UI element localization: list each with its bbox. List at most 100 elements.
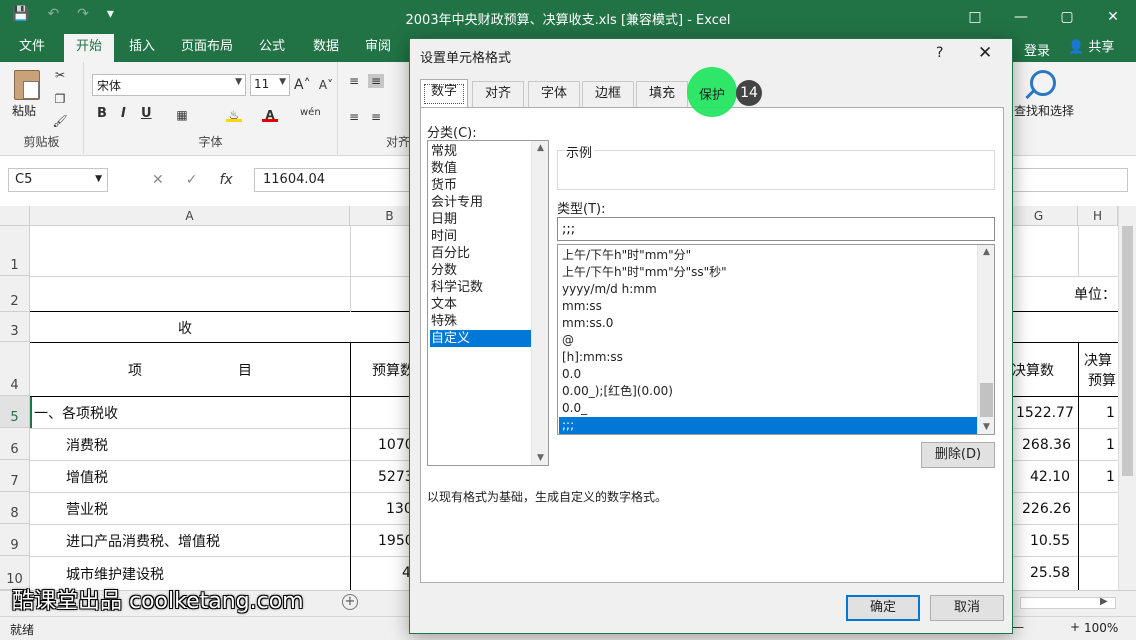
align-center-icon[interactable]: ≡ — [368, 110, 384, 124]
row-header-4[interactable]: 4 — [0, 342, 30, 396]
cancel-entry-icon[interactable]: ✕ — [152, 172, 164, 188]
row-header-2[interactable]: 2 — [0, 276, 30, 312]
final-budget-value[interactable]: 1 — [1106, 437, 1115, 453]
tab-home[interactable]: 开始 — [64, 34, 114, 62]
row-label[interactable]: 一、各项税收 — [34, 403, 118, 423]
minimize-icon[interactable]: — — [998, 0, 1044, 34]
type-item[interactable]: 0.0 — [559, 366, 977, 383]
font-size-select[interactable]: 11 ▼ — [250, 74, 290, 96]
underline-button[interactable]: U — [141, 106, 152, 121]
category-item[interactable]: 货币 — [430, 177, 532, 194]
type-item[interactable]: yyyy/m/d h:mm — [559, 281, 977, 298]
final-budget-value[interactable]: 1 — [1106, 405, 1115, 421]
ok-button[interactable]: 确定 — [846, 595, 920, 621]
type-item[interactable]: mm:ss.0 — [559, 315, 977, 332]
category-item[interactable]: 常规 — [430, 143, 532, 160]
paste-icon[interactable] — [14, 70, 40, 100]
type-item[interactable]: 上午/下午h"时"mm"分" — [559, 247, 977, 264]
tab-fill[interactable]: 填充 — [636, 81, 688, 107]
type-item[interactable]: 上午/下午h"时"mm"分"ss"秒" — [559, 264, 977, 281]
help-icon[interactable]: ? — [936, 45, 943, 61]
scroll-thumb[interactable] — [980, 383, 993, 417]
find-select-icon[interactable] — [1030, 70, 1056, 96]
category-item[interactable]: 数值 — [430, 160, 532, 177]
tab-review[interactable]: 审阅 — [358, 34, 398, 62]
final-value[interactable]: 1522.77 — [1016, 405, 1074, 421]
align-top-icon[interactable]: ≡ — [346, 74, 362, 88]
format-painter-icon[interactable]: 🖌 — [52, 114, 68, 128]
sheet-vertical-scrollbar[interactable] — [1118, 206, 1136, 590]
category-item[interactable]: 科学记数 — [430, 279, 532, 296]
scroll-down-icon[interactable]: ▼ — [532, 453, 549, 463]
type-item[interactable]: 0.0_ — [559, 400, 977, 417]
maximize-icon[interactable]: ▢ — [1044, 0, 1090, 34]
type-input[interactable] — [557, 217, 995, 241]
category-item[interactable]: 会计专用 — [430, 194, 532, 211]
final-value[interactable]: 42.10 — [1030, 469, 1070, 485]
insert-function-icon[interactable]: fx — [219, 172, 232, 188]
scroll-thumb[interactable] — [1122, 226, 1133, 476]
share-button[interactable]: 👤 共享 — [1064, 37, 1122, 59]
copy-icon[interactable]: ❐ — [52, 92, 68, 106]
category-item[interactable]: 特殊 — [430, 313, 532, 330]
row-header-5[interactable]: 5 — [0, 396, 30, 428]
category-item[interactable]: 分数 — [430, 262, 532, 279]
fill-color-icon[interactable]: ♨ — [226, 108, 242, 122]
select-all-corner[interactable] — [0, 206, 30, 226]
bold-button[interactable]: B — [97, 106, 107, 121]
tab-border[interactable]: 边框 — [582, 81, 634, 107]
row-header-3[interactable]: 3 — [0, 312, 30, 342]
row-label[interactable]: 进口产品消费税、增值税 — [66, 531, 220, 551]
final-budget-value[interactable]: 1 — [1106, 469, 1115, 485]
paste-label[interactable]: 粘贴 — [12, 102, 36, 119]
column-header-h[interactable]: H — [1078, 206, 1118, 226]
phonetic-icon[interactable]: wén — [300, 106, 321, 120]
category-item[interactable]: 文本 — [430, 296, 532, 313]
find-select-label[interactable]: 查找和选择 — [1014, 102, 1074, 119]
row-header-7[interactable]: 7 — [0, 460, 30, 492]
tab-alignment[interactable]: 对齐 — [472, 81, 524, 107]
type-item[interactable]: [h]:mm:ss — [559, 349, 977, 366]
increase-font-icon[interactable]: A˄ — [294, 78, 311, 92]
category-item[interactable]: 时间 — [430, 228, 532, 245]
confirm-entry-icon[interactable]: ✓ — [186, 172, 198, 188]
tab-protection[interactable]: 保护 — [687, 84, 737, 103]
tab-font[interactable]: 字体 — [528, 81, 580, 107]
italic-button[interactable]: I — [121, 106, 126, 121]
close-window-icon[interactable]: ✕ — [1090, 0, 1136, 34]
font-color-icon[interactable]: A — [262, 108, 278, 122]
category-list[interactable]: 常规 数值 货币 会计专用 日期 时间 百分比 分数 科学记数 文本 特殊 自定… — [427, 140, 549, 466]
type-list[interactable]: 上午/下午h"时"mm"分" 上午/下午h"时"mm"分"ss"秒" yyyy/… — [557, 244, 995, 435]
row-header-8[interactable]: 8 — [0, 492, 30, 524]
category-scrollbar[interactable]: ▲ ▼ — [531, 141, 548, 465]
tab-formulas[interactable]: 公式 — [250, 34, 294, 62]
scroll-up-icon[interactable]: ▲ — [532, 143, 549, 153]
category-item-custom[interactable]: 自定义 — [430, 330, 532, 347]
category-item[interactable]: 日期 — [430, 211, 532, 228]
scroll-right-icon[interactable]: ▶ — [1100, 596, 1108, 607]
row-label[interactable]: 消费税 — [66, 435, 108, 455]
zoom-out-button[interactable]: — — [1012, 620, 1024, 634]
cut-icon[interactable]: ✂ — [52, 68, 68, 82]
zoom-level[interactable]: 100% — [1084, 621, 1118, 635]
tab-page-layout[interactable]: 页面布局 — [174, 34, 240, 62]
row-label[interactable]: 营业税 — [66, 499, 108, 519]
row-header-1[interactable]: 1 — [0, 226, 30, 276]
tab-file[interactable]: 文件 — [10, 34, 54, 62]
type-scrollbar[interactable]: ▲ ▼ — [977, 245, 994, 434]
align-left-icon[interactable]: ≡ — [346, 110, 362, 124]
type-item-selected[interactable]: ;;; — [559, 417, 977, 434]
ribbon-display-icon[interactable]: □ — [952, 0, 998, 34]
decrease-font-icon[interactable]: A˅ — [318, 78, 334, 92]
tab-number[interactable]: 数字 — [420, 79, 468, 108]
align-middle-icon[interactable]: ≡ — [368, 74, 384, 88]
font-name-select[interactable]: 宋体 ▼ — [92, 74, 246, 96]
final-value[interactable]: 226.26 — [1022, 501, 1071, 517]
final-value[interactable]: 25.58 — [1030, 565, 1070, 581]
row-header-6[interactable]: 6 — [0, 428, 30, 460]
login-link[interactable]: 登录 — [1024, 40, 1050, 59]
row-label[interactable]: 增值税 — [66, 467, 108, 487]
cancel-button[interactable]: 取消 — [930, 595, 1004, 621]
borders-icon[interactable]: ▦ — [174, 108, 190, 122]
zoom-in-button[interactable]: + — [1070, 620, 1080, 634]
